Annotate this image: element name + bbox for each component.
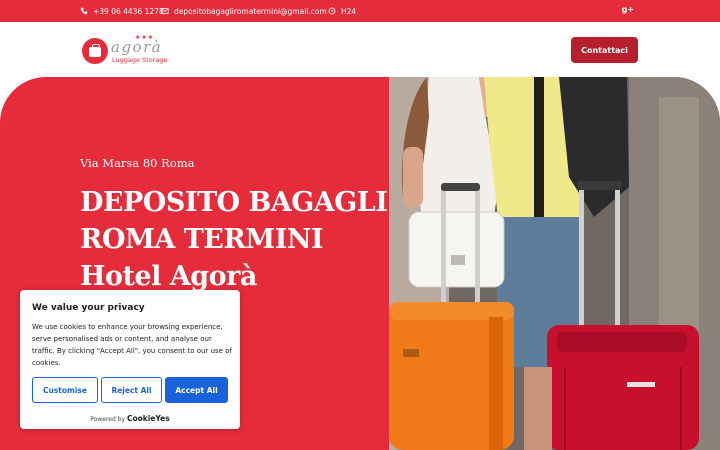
cookie-title: We value your privacy — [32, 303, 145, 313]
phone-icon — [80, 7, 88, 15]
logo-name: agorà — [111, 38, 163, 56]
google-plus-icon[interactable]: g+ — [622, 5, 634, 14]
hero-title: DEPOSITO BAGAGLI ROMA TERMINI Hotel Agor… — [80, 184, 388, 295]
logo-subtitle: Luggage Storage — [112, 56, 168, 64]
suitcase-icon — [89, 44, 101, 57]
top-bar: +39 06 4436 1278 depositobagagliromaterm… — [0, 0, 720, 22]
email-link[interactable]: depositobagagliromatermini@gmail.com — [161, 0, 327, 22]
cookie-description: We use cookies to enhance your browsing … — [32, 323, 232, 367]
hero-title-line: DEPOSITO BAGAGLI — [80, 187, 388, 218]
cookieyes-logo: CookieYes — [126, 414, 170, 423]
hero-photo — [389, 77, 720, 450]
hours-text: H24 — [341, 6, 357, 16]
clock-icon — [328, 7, 336, 15]
envelope-icon — [161, 8, 169, 14]
email-address: depositobagagliromatermini@gmail.com — [174, 6, 327, 16]
phone-link[interactable]: +39 06 4436 1278 — [80, 0, 164, 22]
phone-number: +39 06 4436 1278 — [93, 6, 164, 16]
site-header: ★★★ agorà Luggage Storage Contattaci — [0, 22, 720, 77]
contact-button[interactable]: Contattaci — [571, 37, 638, 63]
page: +39 06 4436 1278 depositobagagliromaterm… — [0, 0, 720, 450]
powered-by-prefix: Powered by — [90, 416, 126, 423]
accept-all-button[interactable]: Accept All — [165, 377, 228, 403]
hero-title-line: ROMA TERMINI — [80, 224, 324, 255]
logo-mark — [82, 38, 108, 64]
hero-address: Via Marsa 80 Roma — [80, 156, 195, 170]
customise-button[interactable]: Customise — [32, 377, 98, 403]
logo[interactable]: ★★★ agorà Luggage Storage — [82, 34, 182, 66]
powered-by[interactable]: Powered by CookieYes — [20, 414, 240, 423]
cookie-consent-banner: We value your privacy We use cookies to … — [20, 290, 240, 429]
opening-hours: H24 — [328, 0, 356, 22]
reject-all-button[interactable]: Reject All — [101, 377, 162, 403]
hero-photo-illustration — [389, 77, 720, 450]
